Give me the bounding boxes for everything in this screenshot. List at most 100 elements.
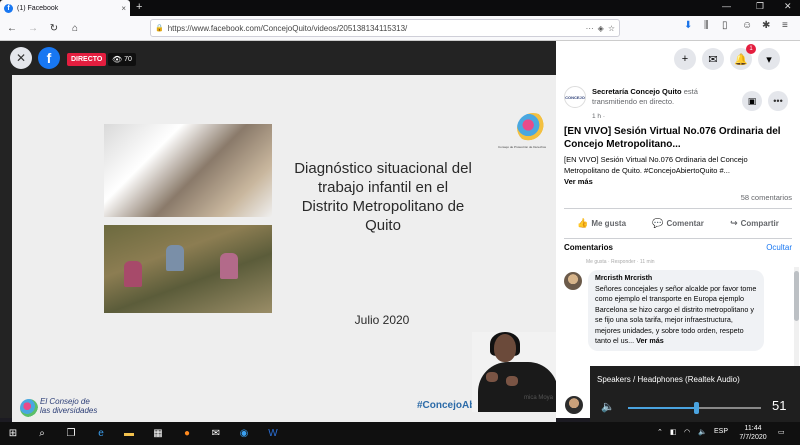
- sidebar-icon[interactable]: ▯: [722, 20, 728, 31]
- audio-device-name[interactable]: Speakers / Headphones (Realtek Audio): [597, 375, 740, 384]
- divider: [564, 238, 792, 239]
- file-explorer-icon[interactable]: ▬: [122, 426, 136, 440]
- browser-app-icon[interactable]: ◉: [237, 426, 251, 440]
- create-icon[interactable]: +: [674, 48, 696, 70]
- close-video-button[interactable]: ✕: [10, 47, 32, 69]
- speaker-icon[interactable]: 🔈: [601, 400, 615, 413]
- tab-title: (1) Facebook: [17, 4, 59, 12]
- post-body: [EN VIVO] Sesión Virtual No.076 Ordinari…: [564, 154, 792, 187]
- store-icon[interactable]: ▦: [151, 426, 165, 440]
- start-windows-icon[interactable]: ⊞: [6, 426, 20, 440]
- page-name-link[interactable]: Secretaría Concejo Quito: [592, 87, 682, 96]
- page-actions-icon[interactable]: ···: [586, 24, 594, 33]
- share-label: Compartir: [740, 218, 779, 228]
- forward-icon[interactable]: →: [24, 19, 42, 37]
- video-player[interactable]: Diagnóstico situacional del trabajo infa…: [0, 41, 568, 423]
- commenter-avatar[interactable]: [565, 396, 583, 414]
- windows-taskbar: ⊞ ⌕ ❐ e ▬ ▦ ● ✉ ◉ W ⌃ ◧ ◠ 🔈 ESP 11:44 7/…: [0, 422, 800, 445]
- task-view-icon[interactable]: ❐: [64, 426, 78, 440]
- messenger-icon[interactable]: ✉: [702, 48, 724, 70]
- wifi-icon[interactable]: ◠: [684, 428, 690, 436]
- like-button[interactable]: 👍 Me gusta: [577, 218, 626, 229]
- comments-header: Comentarios Ocultar: [564, 243, 792, 255]
- thumbs-up-icon: 👍: [577, 217, 589, 228]
- new-tab-button[interactable]: +: [136, 1, 142, 13]
- save-post-icon[interactable]: ▣: [742, 91, 762, 111]
- comment-author[interactable]: Mrcristh Mrcristh: [595, 275, 757, 282]
- comment-see-more-link[interactable]: Ver más: [636, 336, 664, 345]
- presentation-slide: Diagnóstico situacional del trabajo infa…: [12, 75, 568, 423]
- search-icon[interactable]: ⌕: [35, 426, 49, 440]
- comment-button[interactable]: 💬 Comentar: [652, 218, 704, 229]
- live-badge: DIRECTO: [67, 53, 107, 66]
- volume-level: 51: [772, 398, 787, 413]
- post-body-text: [EN VIVO] Sesión Virtual No.076 Ordinari…: [564, 155, 748, 175]
- menu-icon[interactable]: ≡: [782, 20, 788, 31]
- post-actions: 👍 Me gusta 💬 Comentar ↪ Compartir: [564, 212, 792, 234]
- word-icon[interactable]: W: [266, 426, 280, 440]
- maximize-button[interactable]: ❐: [756, 1, 764, 12]
- volume-tray-icon[interactable]: 🔈: [698, 428, 707, 436]
- mail-icon[interactable]: ✉: [209, 426, 223, 440]
- comment-bubble: Mrcristh Mrcristh Señores concejales y s…: [588, 270, 764, 352]
- comment-text-body: Señores concejales y señor alcalde por f…: [595, 284, 757, 346]
- home-icon[interactable]: ⌂: [66, 19, 84, 37]
- edge-icon[interactable]: e: [94, 426, 108, 440]
- network-icon[interactable]: ◧: [670, 428, 677, 436]
- comments-count[interactable]: 58 comentarios: [706, 193, 792, 202]
- tray-chevron-icon[interactable]: ⌃: [657, 428, 663, 436]
- extension-icon[interactable]: ✱: [762, 20, 770, 31]
- photo-figure: [124, 261, 142, 287]
- share-icon: ↪: [730, 217, 738, 228]
- post-time: 1 h ·: [592, 113, 606, 120]
- comment-label: Comentar: [666, 218, 704, 228]
- volume-slider[interactable]: [628, 402, 761, 414]
- more-options-icon[interactable]: •••: [768, 91, 788, 111]
- interpreter-hand: [506, 376, 518, 386]
- bookmark-star-icon[interactable]: ☆: [608, 24, 615, 33]
- language-indicator[interactable]: ESP: [714, 428, 728, 435]
- interpreter-name: mica Moya: [524, 395, 554, 401]
- volume-slider-thumb[interactable]: [693, 402, 699, 414]
- reload-icon[interactable]: ↻: [45, 19, 63, 37]
- browser-tab-bar: f (1) Facebook × + — ❐ ✕: [0, 0, 800, 16]
- action-center-icon[interactable]: ▭: [778, 428, 785, 436]
- lock-icon: 🔒: [155, 25, 164, 32]
- account-menu-chevron-icon[interactable]: ▾: [758, 48, 780, 70]
- url-bar[interactable]: 🔒 https://www.facebook.com/ConcejoQuito/…: [150, 19, 620, 37]
- back-icon[interactable]: ←: [3, 19, 21, 37]
- clock-date: 7/7/2020: [739, 434, 767, 441]
- scrollbar-thumb[interactable]: [794, 271, 799, 321]
- logo-caption-line2: las diversidades: [40, 406, 98, 415]
- pocket-icon[interactable]: ◈: [598, 24, 604, 33]
- firefox-icon[interactable]: ●: [180, 426, 194, 440]
- slide-title: Diagnóstico situacional del trabajo infa…: [294, 160, 472, 234]
- facebook-logo-icon[interactable]: f: [38, 47, 60, 69]
- interpreter-head: [494, 334, 516, 362]
- browser-tab[interactable]: f (1) Facebook ×: [0, 0, 130, 16]
- previous-comment-actions: Me gusta · Responder · 11 min: [586, 259, 655, 265]
- see-more-link[interactable]: Ver más: [564, 177, 593, 186]
- divider: [564, 208, 792, 209]
- post-panel: + ✉ 🔔 1 ▾ CONCEJO Secretaría Concejo Qui…: [556, 41, 800, 418]
- slide-date: Julio 2020: [354, 313, 410, 327]
- eye-icon: 👁: [112, 55, 123, 64]
- clock[interactable]: 11:44 7/7/2020: [734, 424, 772, 442]
- close-window-button[interactable]: ✕: [784, 1, 792, 12]
- share-button[interactable]: ↪ Compartir: [730, 218, 779, 229]
- like-label: Me gusta: [591, 218, 627, 228]
- commenter-avatar[interactable]: [564, 272, 582, 290]
- tab-close-icon[interactable]: ×: [121, 4, 126, 13]
- download-icon[interactable]: ⬇: [684, 20, 692, 31]
- page-avatar[interactable]: CONCEJO: [564, 86, 586, 108]
- minimize-button[interactable]: —: [722, 1, 731, 11]
- slide-photo-children-field: [104, 225, 272, 313]
- clock-time: 11:44: [744, 425, 762, 432]
- account-icon[interactable]: ☺: [742, 20, 752, 31]
- library-icon[interactable]: ⫼: [704, 20, 709, 31]
- url-text[interactable]: https://www.facebook.com/ConcejoQuito/vi…: [168, 24, 582, 33]
- page-name-line: Secretaría Concejo Quito está transmitie…: [592, 87, 742, 107]
- hide-comments-link[interactable]: Ocultar: [766, 243, 792, 252]
- diversity-logo-caption: El Consejo de las diversidades: [40, 397, 97, 415]
- photo-figure: [220, 253, 238, 279]
